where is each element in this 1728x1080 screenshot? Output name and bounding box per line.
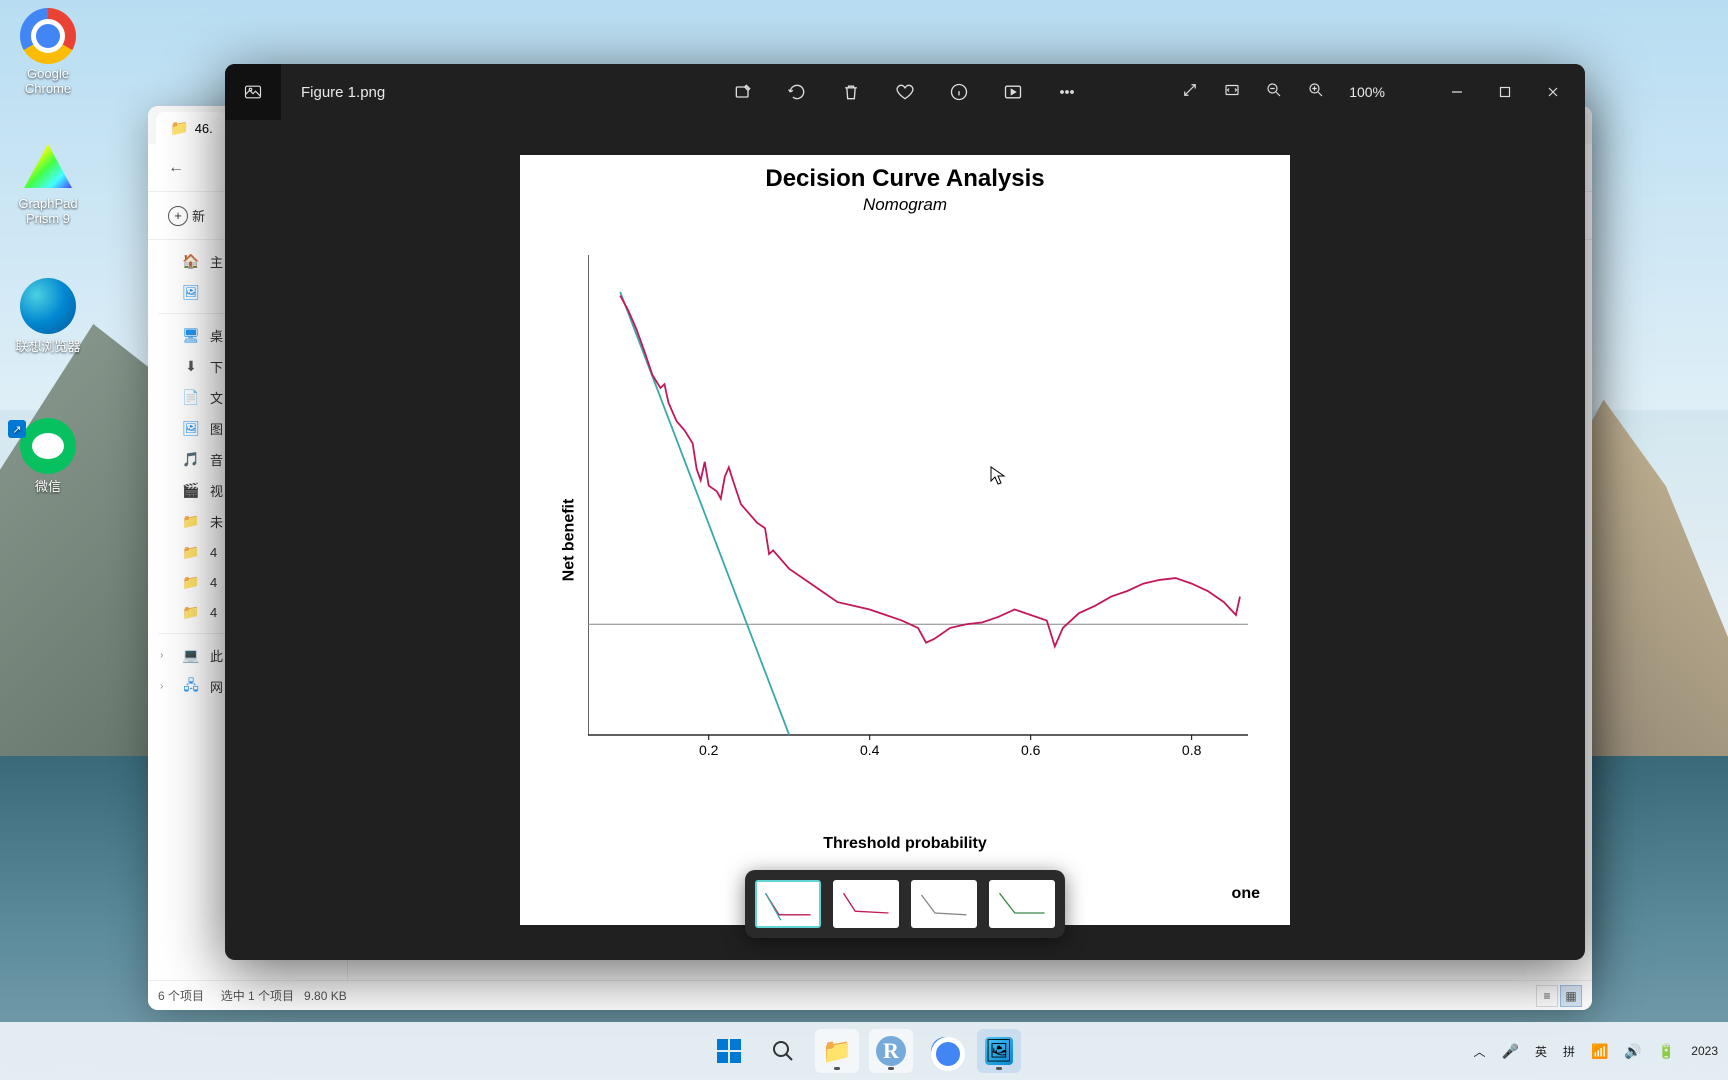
ime-mode[interactable]: 拼 [1563, 1043, 1575, 1060]
back-button[interactable]: ← [160, 152, 192, 184]
zoom-in-button[interactable] [1307, 81, 1325, 104]
video-icon: 🎬 [182, 482, 200, 500]
thumbnail-strip [745, 870, 1065, 938]
wechat-icon [20, 418, 76, 474]
taskbar-tray: ︿ 🎤 英 拼 📶 🔊 🔋 2023 [1474, 1043, 1728, 1060]
taskbar-photos[interactable]: 🖼 [977, 1029, 1021, 1073]
minimize-button[interactable] [1433, 69, 1481, 115]
taskbar-explorer[interactable]: 📁 [815, 1029, 859, 1073]
chart-svg: 0.00.10.20.20.40.60.8 [588, 225, 1248, 795]
rotate-button[interactable] [784, 79, 810, 105]
mic-icon[interactable]: 🎤 [1502, 1043, 1519, 1060]
cursor-icon [990, 466, 1006, 491]
edge-icon [20, 278, 76, 334]
download-icon: ⬇ [182, 358, 200, 376]
delete-button[interactable] [838, 79, 864, 105]
photos-app-window: Figure 1.png 100% Decision Curve Ana [225, 64, 1585, 960]
folder-icon: 📁 [182, 513, 200, 531]
chart-plot-area: 0.00.10.20.20.40.60.8 [588, 225, 1248, 795]
svg-text:0.6: 0.6 [1021, 742, 1041, 758]
wifi-icon[interactable]: 📶 [1591, 1043, 1608, 1060]
photos-app-icon[interactable] [225, 64, 281, 120]
status-size: 9.80 KB [304, 989, 347, 1003]
zoom-out-button[interactable] [1265, 81, 1283, 104]
status-item-count: 6 个项目 [158, 989, 204, 1003]
document-icon: 📄 [182, 389, 200, 407]
svg-text:0.8: 0.8 [1182, 742, 1202, 758]
chart-xlabel: Threshold probability [520, 835, 1290, 853]
fit-button[interactable] [1223, 81, 1241, 104]
favorite-button[interactable] [892, 79, 918, 105]
tray-date[interactable]: 2023 [1691, 1044, 1718, 1058]
chart-ylabel: Net benefit [560, 499, 578, 582]
svg-text:0.4: 0.4 [860, 742, 880, 758]
photos-canvas: Decision Curve Analysis Nomogram Net ben… [225, 120, 1585, 960]
view-details-button[interactable]: ≡ [1536, 985, 1558, 1007]
view-icons-button[interactable]: ▦ [1560, 985, 1582, 1007]
photos-filename: Figure 1.png [301, 84, 385, 101]
photos-center-toolbar [730, 79, 1080, 105]
desktop-icon-prism[interactable]: GraphPad Prism 9 [8, 138, 88, 226]
plus-icon: + [168, 206, 188, 226]
more-button[interactable] [1054, 79, 1080, 105]
volume-icon[interactable]: 🔊 [1624, 1043, 1641, 1060]
status-selected: 选中 1 个项目 [221, 989, 294, 1003]
edit-button[interactable] [730, 79, 756, 105]
monitor-icon: 💻 [182, 647, 200, 665]
close-button[interactable] [1529, 69, 1577, 115]
photos-right-toolbar: 100% [1181, 69, 1585, 115]
thumbnail-2[interactable] [833, 880, 899, 928]
desktop-icon: 🖥 [182, 327, 200, 345]
pictures-icon: 🖼 [182, 420, 200, 438]
chart-title: Decision Curve Analysis [520, 165, 1290, 193]
svg-text:0.2: 0.2 [699, 742, 719, 758]
desktop-icon-chrome[interactable]: Google Chrome [8, 8, 88, 96]
explorer-status-bar: 6 个项目 选中 1 个项目 9.80 KB ≡ ▦ [148, 980, 1592, 1010]
folder-icon: 📁 [170, 119, 189, 137]
new-button[interactable]: + 新 [158, 200, 215, 232]
thumbnail-4[interactable] [989, 880, 1055, 928]
network-icon: 🖧 [182, 678, 200, 696]
folder-icon: 📁 [182, 573, 200, 591]
info-button[interactable] [946, 79, 972, 105]
home-icon: 🏠 [182, 253, 200, 271]
music-icon: 🎵 [182, 451, 200, 469]
taskbar-center: 📁 R 🖼 [707, 1029, 1021, 1073]
explorer-tab[interactable]: 📁 46. [156, 112, 227, 144]
chrome-icon [20, 8, 76, 64]
chart-legend-partial: one [1232, 885, 1260, 903]
zoom-level: 100% [1349, 84, 1385, 100]
chart-subtitle: Nomogram [520, 195, 1290, 215]
photos-titlebar[interactable]: Figure 1.png 100% [225, 64, 1585, 120]
slideshow-button[interactable] [1000, 79, 1026, 105]
ime-lang[interactable]: 英 [1535, 1043, 1547, 1060]
folder-icon: 📁 [182, 603, 200, 621]
taskbar-rstudio[interactable]: R [869, 1029, 913, 1073]
desktop-icon-edge[interactable]: 联想浏览器 [8, 278, 88, 355]
fullscreen-button[interactable] [1181, 81, 1199, 104]
taskbar: 📁 R 🖼 ︿ 🎤 英 拼 📶 🔊 🔋 2023 [0, 1022, 1728, 1080]
taskbar-chrome[interactable] [923, 1029, 967, 1073]
prism-icon [20, 138, 76, 194]
desktop-icon-wechat[interactable]: 微信 ↗ [8, 418, 88, 495]
tray-overflow-icon[interactable]: ︿ [1474, 1043, 1486, 1060]
gallery-icon: 🖼 [182, 283, 200, 301]
maximize-button[interactable] [1481, 69, 1529, 115]
start-button[interactable] [707, 1029, 751, 1073]
taskbar-search[interactable] [761, 1029, 805, 1073]
shortcut-arrow-icon: ↗ [8, 420, 26, 438]
thumbnail-1[interactable] [755, 880, 821, 928]
thumbnail-3[interactable] [911, 880, 977, 928]
battery-icon[interactable]: 🔋 [1658, 1043, 1675, 1060]
chart-image: Decision Curve Analysis Nomogram Net ben… [520, 155, 1290, 925]
folder-icon: 📁 [182, 543, 200, 561]
